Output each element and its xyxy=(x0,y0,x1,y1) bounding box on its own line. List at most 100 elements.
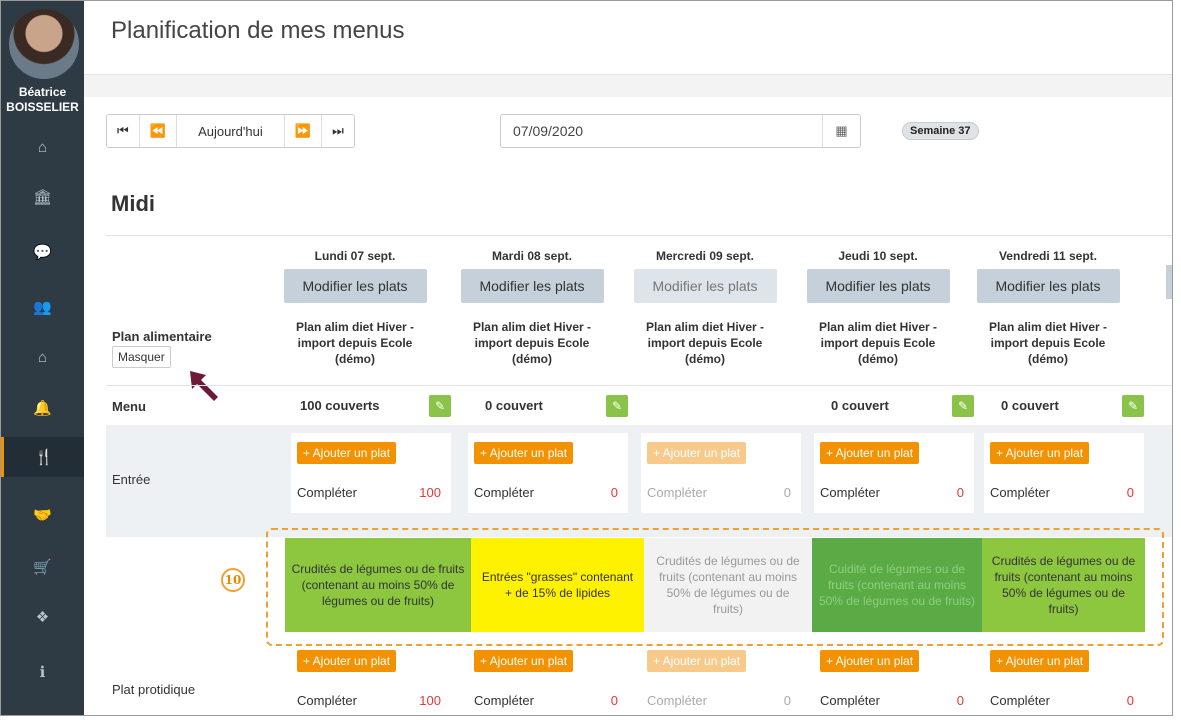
user-first-name: Béatrice xyxy=(18,85,67,99)
dish-card: + Ajouter un plat Compléter 0 xyxy=(814,433,974,513)
add-dish-button[interactable]: + Ajouter un plat xyxy=(990,442,1090,464)
avatar[interactable] xyxy=(9,9,79,79)
main-content: Planification de mes menus ⏮ ⏪ Aujourd'h… xyxy=(84,1,1172,715)
complete-count: 0 xyxy=(783,485,791,500)
complete-link[interactable]: Compléter xyxy=(820,485,880,500)
divider xyxy=(106,385,1172,386)
header-band xyxy=(84,75,1172,97)
dish-card: + Ajouter un plat Compléter 100 xyxy=(291,433,451,513)
week-badge: Semaine 37 xyxy=(902,122,979,140)
day-column-header: Jeudi 10 sept. Modifier les plats xyxy=(803,249,953,303)
date-navigation: ⏮ ⏪ Aujourd'hui ⏩ ⏭ xyxy=(106,114,355,148)
add-dish-button[interactable]: + Ajouter un plat xyxy=(990,650,1090,672)
dish-card: + Ajouter un plat Compléter 0 xyxy=(641,641,801,715)
bank-icon[interactable]: 🏛 xyxy=(1,177,84,217)
calendar-icon[interactable]: ▦ xyxy=(822,115,860,147)
day-label: Jeudi 10 sept. xyxy=(838,249,918,263)
edit-covers-button[interactable]: ✎ xyxy=(952,395,974,417)
add-dish-button[interactable]: + Ajouter un plat xyxy=(474,442,574,464)
users-icon[interactable]: 👥 xyxy=(1,287,84,327)
add-dish-button[interactable]: + Ajouter un plat xyxy=(474,650,574,672)
add-dish-button[interactable]: + Ajouter un plat xyxy=(297,442,397,464)
complete-count: 0 xyxy=(783,693,791,708)
home-icon[interactable]: ⌂ xyxy=(1,127,84,167)
covers-count: 0 couvert xyxy=(1001,398,1059,413)
row-label-plat: Plat protidique xyxy=(112,682,196,697)
complete-count: 0 xyxy=(956,485,964,500)
food-category-cell: Entrées "grasses" contenant + de 15% de … xyxy=(471,538,644,632)
row-label-menu: Menu xyxy=(112,399,146,414)
dish-card: + Ajouter un plat Compléter 0 xyxy=(641,433,801,513)
covers-count: 100 couverts xyxy=(300,398,380,413)
complete-link[interactable]: Compléter xyxy=(297,693,357,708)
row-label-plan: Plan alimentaire xyxy=(112,329,212,344)
food-category-cell: Crudités de légumes ou de fruits (conten… xyxy=(644,538,812,632)
complete-link[interactable]: Compléter xyxy=(474,693,534,708)
edit-covers-button[interactable]: ✎ xyxy=(606,395,628,417)
complete-link[interactable]: Compléter xyxy=(990,485,1050,500)
day-column-header: Mercredi 09 sept. Modifier les plats xyxy=(630,249,780,303)
day-label: Lundi 07 sept. xyxy=(314,249,396,263)
complete-count: 0 xyxy=(956,693,964,708)
meal-section-title: Midi xyxy=(111,191,155,216)
dish-card: + Ajouter un plat Compléter 0 xyxy=(468,641,628,715)
complete-link[interactable]: Compléter xyxy=(990,693,1050,708)
home-icon[interactable]: ⌂ xyxy=(1,337,84,377)
complete-link[interactable]: Compléter xyxy=(474,485,534,500)
next-week-button[interactable]: ⏩ xyxy=(285,115,323,147)
modify-dishes-button[interactable]: Modifier les plats xyxy=(806,269,950,303)
modify-dishes-button[interactable]: Modifier les plats xyxy=(283,269,427,303)
modify-dishes-button[interactable]: Modifier les plats xyxy=(976,269,1120,303)
complete-link[interactable]: Compléter xyxy=(647,485,707,500)
food-category-cell: Crudités de légumes ou de fruits (conten… xyxy=(982,538,1145,632)
day-column-header: Mardi 08 sept. Modifier les plats xyxy=(457,249,607,303)
previous-week-button[interactable]: ⏪ xyxy=(140,115,177,147)
food-category-cell: Crudités de légumes ou de fruits (conten… xyxy=(285,538,471,632)
bell-icon[interactable]: 🔔 xyxy=(1,388,84,428)
info-icon[interactable]: ℹ xyxy=(1,652,84,692)
modify-dishes-button[interactable]: Modifier les plats xyxy=(633,269,777,303)
dish-card: + Ajouter un plat Compléter 0 xyxy=(814,641,974,715)
edit-covers-button[interactable]: ✎ xyxy=(1122,395,1144,417)
add-dish-button[interactable]: + Ajouter un plat xyxy=(297,650,397,672)
complete-count: 100 xyxy=(419,693,441,708)
plan-name: Plan alim diet Hiver - import depuis Eco… xyxy=(472,320,592,366)
edit-covers-button[interactable]: ✎ xyxy=(429,395,451,417)
complete-link[interactable]: Compléter xyxy=(820,693,880,708)
add-dish-button[interactable]: + Ajouter un plat xyxy=(647,650,747,672)
hide-plan-button[interactable]: Masquer xyxy=(112,346,171,368)
date-field[interactable]: 07/09/2020 ▦ xyxy=(500,114,861,148)
user-last-name: BOISSELIER xyxy=(6,100,79,114)
complete-link[interactable]: Compléter xyxy=(647,693,707,708)
food-category-cell: Cuidité de légumes ou de fruits (contena… xyxy=(812,538,982,632)
cutlery-icon[interactable]: 🍴 xyxy=(1,437,84,477)
comments-icon[interactable]: 💬 xyxy=(1,232,84,272)
app-window: Béatrice BOISSELIER ⌂ 🏛 💬 👥 ⌂ 🔔 🍴 🤝 🛒 ❖ ℹ Planific… xyxy=(0,0,1173,716)
complete-count: 0 xyxy=(1126,693,1134,708)
last-week-button[interactable]: ⏭ xyxy=(322,115,354,147)
cubes-icon[interactable]: ❖ xyxy=(1,597,84,637)
date-value: 07/09/2020 xyxy=(513,123,584,139)
complete-count: 0 xyxy=(610,693,618,708)
complete-count: 0 xyxy=(610,485,618,500)
row-label-entree: Entrée xyxy=(112,472,151,487)
add-dish-button[interactable]: + Ajouter un plat xyxy=(820,650,920,672)
cart-icon[interactable]: 🛒 xyxy=(1,547,84,587)
add-dish-button[interactable]: + Ajouter un plat xyxy=(820,442,920,464)
handshake-icon[interactable]: 🤝 xyxy=(1,495,84,535)
day-label: Mercredi 09 sept. xyxy=(655,249,755,263)
covers-count: 0 couvert xyxy=(831,398,889,413)
first-week-button[interactable]: ⏮ xyxy=(107,115,140,147)
page-title: Planification de mes menus xyxy=(111,17,405,44)
complete-count: 0 xyxy=(1126,485,1134,500)
divider xyxy=(106,235,1172,236)
add-dish-button[interactable]: + Ajouter un plat xyxy=(647,442,747,464)
today-button[interactable]: Aujourd'hui xyxy=(177,115,285,147)
dish-card: + Ajouter un plat Compléter 100 xyxy=(291,641,451,715)
complete-link[interactable]: Compléter xyxy=(297,485,357,500)
modify-button-partial[interactable] xyxy=(1166,265,1172,299)
day-column-header: Vendredi 11 sept. Modifier les plats xyxy=(973,249,1123,303)
dish-card: + Ajouter un plat Compléter 0 xyxy=(984,433,1144,513)
plan-name: Plan alim diet Hiver - import depuis Eco… xyxy=(645,320,765,366)
modify-dishes-button[interactable]: Modifier les plats xyxy=(460,269,604,303)
